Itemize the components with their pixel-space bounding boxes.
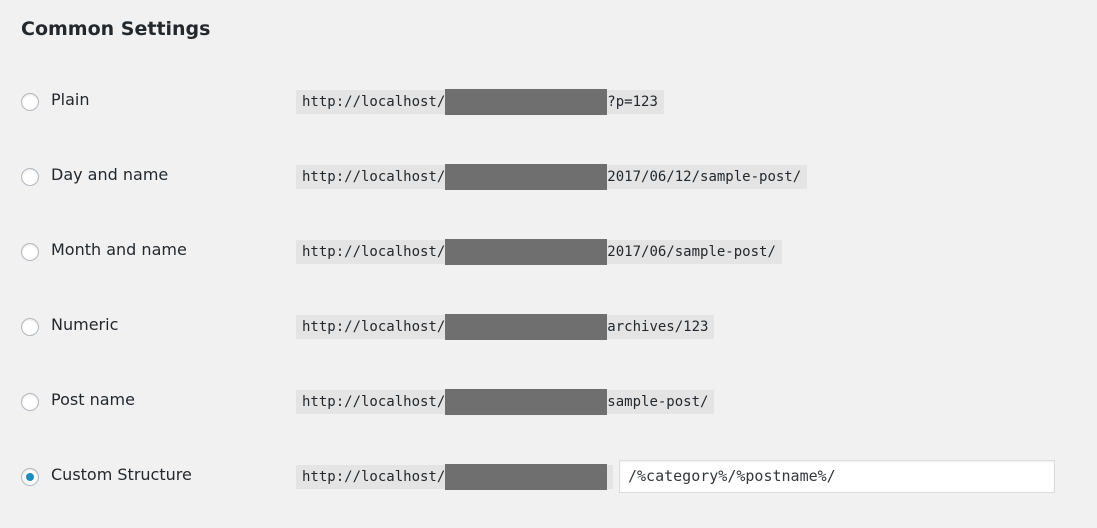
option-label[interactable]: Custom Structure [51, 465, 192, 484]
permalink-example: http://localhost/2017/06/12/sample-post/ [296, 164, 808, 190]
redacted-block [445, 239, 608, 265]
permalink-option-numeric: Numeric http://localhost/archives/123 [0, 310, 1097, 344]
option-label[interactable]: Day and name [51, 165, 168, 184]
redacted-block [445, 314, 608, 340]
section-title: Common Settings [21, 18, 211, 40]
radio-post-name[interactable] [21, 393, 39, 411]
permalink-example: http://localhost/sample-post/ [296, 389, 715, 415]
redacted-block [445, 389, 608, 415]
radio-day-and-name[interactable] [21, 168, 39, 186]
custom-structure-input[interactable]: /%category%/%postname%/ [619, 460, 1055, 493]
permalink-option-custom-structure: Custom Structure http://localhost/ /%cate… [0, 460, 1097, 494]
url-prefix: http://localhost/ [302, 394, 446, 410]
radio-numeric[interactable] [21, 318, 39, 336]
permalink-example: http://localhost/ ?p=123 [296, 89, 664, 115]
option-label[interactable]: Post name [51, 390, 135, 409]
permalink-option-post-name: Post name http://localhost/sample-post/ [0, 385, 1097, 419]
permalink-option-plain: Plain http://localhost/ ?p=123 [0, 85, 1097, 119]
permalink-option-day-and-name: Day and name http://localhost/2017/06/12… [0, 160, 1097, 194]
url-prefix: http://localhost/ [302, 319, 446, 335]
radio-plain[interactable] [21, 93, 39, 111]
permalink-example: http://localhost/2017/06/sample-post/ [296, 239, 782, 265]
permalink-option-month-and-name: Month and name http://localhost/2017/06/… [0, 235, 1097, 269]
radio-custom-structure[interactable] [21, 468, 39, 486]
redacted-block [445, 164, 608, 190]
option-label[interactable]: Plain [51, 90, 89, 109]
permalink-example: http://localhost/archives/123 [296, 314, 715, 340]
radio-month-and-name[interactable] [21, 243, 39, 261]
redacted-block [445, 464, 608, 490]
url-prefix: http://localhost/ [302, 244, 446, 260]
option-label[interactable]: Numeric [51, 315, 118, 334]
url-suffix: sample-post/ [607, 394, 709, 410]
url-suffix: archives/123 [607, 319, 709, 335]
redacted-block [445, 89, 608, 115]
permalink-example: http://localhost/ [296, 464, 614, 490]
url-prefix: http://localhost/ [302, 94, 446, 110]
url-suffix: 2017/06/12/sample-post/ [607, 169, 802, 185]
url-prefix: http://localhost/ [302, 169, 446, 185]
option-label[interactable]: Month and name [51, 240, 187, 259]
url-suffix: ?p=123 [607, 94, 658, 110]
url-prefix: http://localhost/ [302, 469, 446, 485]
url-suffix: 2017/06/sample-post/ [607, 244, 776, 260]
